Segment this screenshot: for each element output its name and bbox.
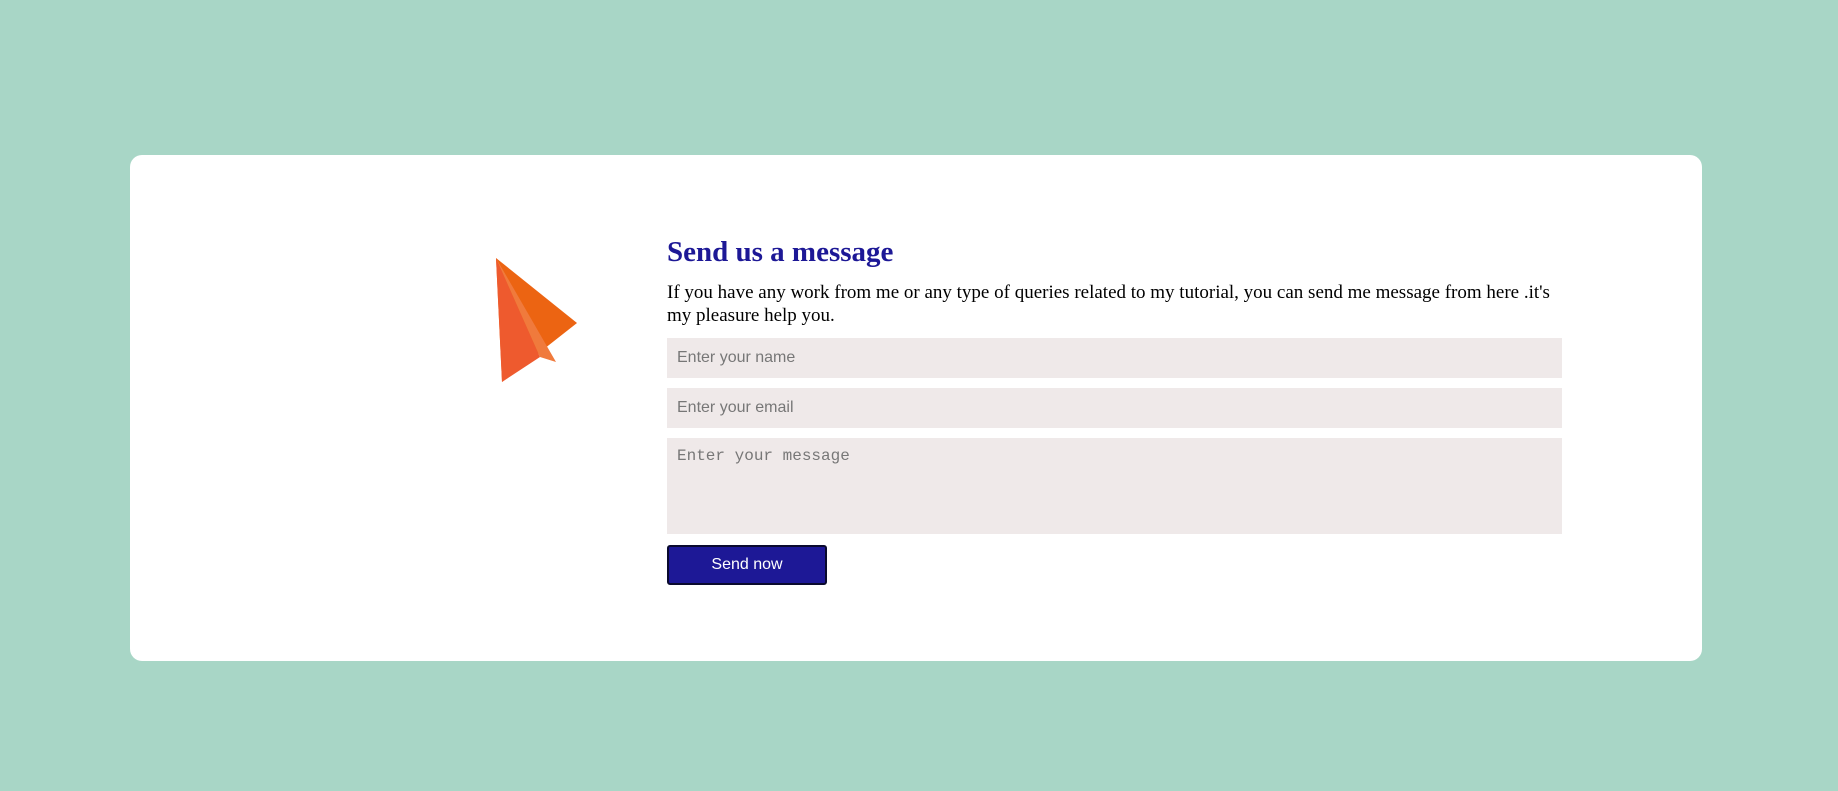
form-description: If you have any work from me or any type… — [667, 282, 1550, 326]
contact-form: Send us a message If you have any work f… — [667, 235, 1562, 585]
name-input[interactable] — [667, 338, 1562, 378]
send-now-button[interactable]: Send now — [667, 545, 827, 585]
email-input[interactable] — [667, 388, 1562, 428]
form-heading: Send us a message — [667, 236, 894, 268]
contact-card: Send us a message If you have any work f… — [130, 155, 1702, 661]
message-textarea[interactable] — [667, 438, 1562, 534]
paper-plane-icon — [490, 255, 600, 395]
